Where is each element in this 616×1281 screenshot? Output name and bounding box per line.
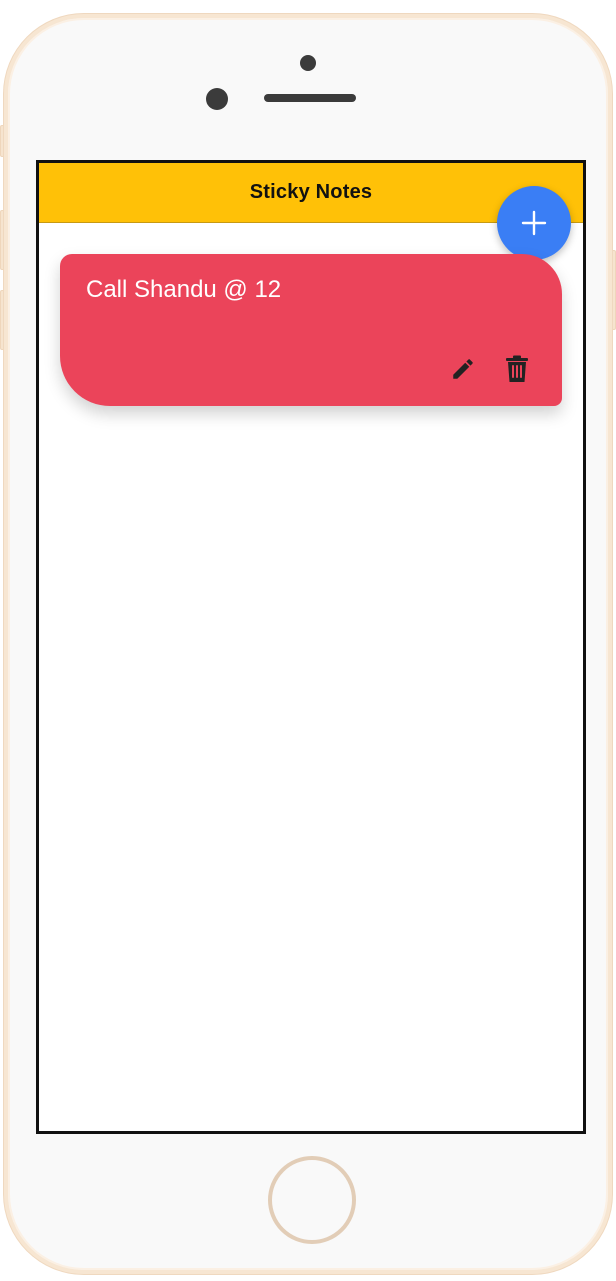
home-button[interactable] bbox=[268, 1156, 356, 1244]
edit-note-button[interactable] bbox=[448, 354, 478, 384]
page-title: Sticky Notes bbox=[249, 181, 373, 203]
device-stage: Sticky Notes Call Shandu @ 12 bbox=[0, 0, 616, 1281]
phone-frame: Sticky Notes Call Shandu @ 12 bbox=[4, 14, 612, 1274]
note-actions bbox=[448, 354, 532, 384]
delete-note-button[interactable] bbox=[502, 354, 532, 384]
app-screen: Sticky Notes Call Shandu @ 12 bbox=[36, 160, 586, 1134]
plus-icon bbox=[521, 210, 547, 236]
proximity-sensor bbox=[300, 55, 316, 71]
add-note-button[interactable] bbox=[497, 186, 571, 260]
earpiece-speaker bbox=[264, 94, 356, 102]
note-text: Call Shandu @ 12 bbox=[86, 276, 282, 303]
note-card[interactable]: Call Shandu @ 12 bbox=[60, 254, 562, 406]
front-camera bbox=[206, 88, 228, 110]
trash-icon bbox=[506, 355, 528, 382]
pencil-icon bbox=[453, 359, 473, 379]
